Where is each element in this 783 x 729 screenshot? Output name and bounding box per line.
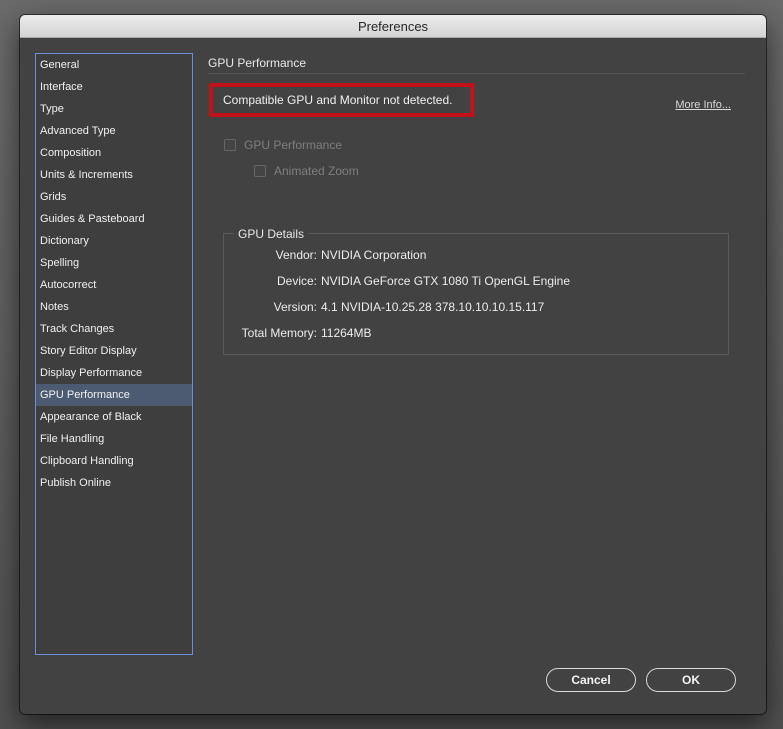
sidebar-item-general[interactable]: General [36,54,192,76]
more-info-link[interactable]: More Info... [675,99,731,111]
sidebar-item-display-performance[interactable]: Display Performance [36,362,192,384]
sidebar-item-dictionary[interactable]: Dictionary [36,230,192,252]
total-memory-row: Total Memory: 11264MB [224,326,724,340]
vendor-label: Vendor: [275,248,317,262]
device-label: Device: [276,274,317,288]
animated-zoom-option[interactable]: Animated Zoom [254,164,359,178]
gpu-performance-option[interactable]: GPU Performance [224,138,342,152]
device-value: NVIDIA GeForce GTX 1080 Ti OpenGL Engine [321,274,571,288]
sidebar-item-spelling[interactable]: Spelling [36,252,192,274]
ok-button[interactable]: OK [646,668,736,692]
gpu-warning-box: Compatible GPU and Monitor not detected. [209,83,474,117]
version-label: Version: [273,300,317,314]
sidebar-item-clipboard-handling[interactable]: Clipboard Handling [36,450,192,472]
window-titlebar[interactable]: Preferences [20,15,766,38]
sidebar-item-grids[interactable]: Grids [36,186,192,208]
version-value: 4.1 NVIDIA-10.25.28 378.10.10.10.15.117 [321,300,545,314]
sidebar-item-gpu-performance[interactable]: GPU Performance [36,384,192,406]
cancel-button[interactable]: Cancel [546,668,636,692]
total-memory-value: 11264MB [321,326,372,340]
sidebar-item-interface[interactable]: Interface [36,76,192,98]
animated-zoom-checkbox-label: Animated Zoom [274,164,359,178]
gpu-warning-text: Compatible GPU and Monitor not detected. [223,93,453,107]
sidebar-item-autocorrect[interactable]: Autocorrect [36,274,192,296]
section-title: GPU Performance [208,53,745,74]
sidebar-item-file-handling[interactable]: File Handling [36,428,192,450]
gpu-performance-checkbox[interactable] [224,139,236,151]
version-row: Version: 4.1 NVIDIA-10.25.28 378.10.10.1… [224,300,724,314]
gpu-details-title: GPU Details [234,227,309,241]
gpu-performance-checkbox-label: GPU Performance [244,138,343,152]
sidebar-item-publish-online[interactable]: Publish Online [36,472,192,494]
sidebar-item-composition[interactable]: Composition [36,142,192,164]
sidebar-item-advanced-type[interactable]: Advanced Type [36,120,192,142]
device-row: Device: NVIDIA GeForce GTX 1080 Ti OpenG… [224,274,724,288]
sidebar-item-units-increments[interactable]: Units & Increments [36,164,192,186]
sidebar-item-track-changes[interactable]: Track Changes [36,318,192,340]
vendor-row: Vendor: NVIDIA Corporation [224,248,724,262]
sidebar-item-appearance-of-black[interactable]: Appearance of Black [36,406,192,428]
total-memory-label: Total Memory: [241,326,317,340]
window-title: Preferences [357,18,429,34]
gpu-details-group: GPU Details Vendor: NVIDIA Corporation D… [223,227,729,355]
sidebar-item-notes[interactable]: Notes [36,296,192,318]
sidebar-item-story-editor-display[interactable]: Story Editor Display [36,340,192,362]
preferences-sidebar: General Interface Type Advanced Type Com… [35,53,193,655]
desktop-background: Preferences General Interface Type Advan… [0,0,783,729]
gpu-performance-panel: GPU Performance Compatible GPU and Monit… [208,53,745,355]
preferences-dialog: Preferences General Interface Type Advan… [20,15,766,714]
sidebar-item-guides-pasteboard[interactable]: Guides & Pasteboard [36,208,192,230]
vendor-value: NVIDIA Corporation [321,248,427,262]
animated-zoom-checkbox[interactable] [254,165,266,177]
sidebar-item-type[interactable]: Type [36,98,192,120]
